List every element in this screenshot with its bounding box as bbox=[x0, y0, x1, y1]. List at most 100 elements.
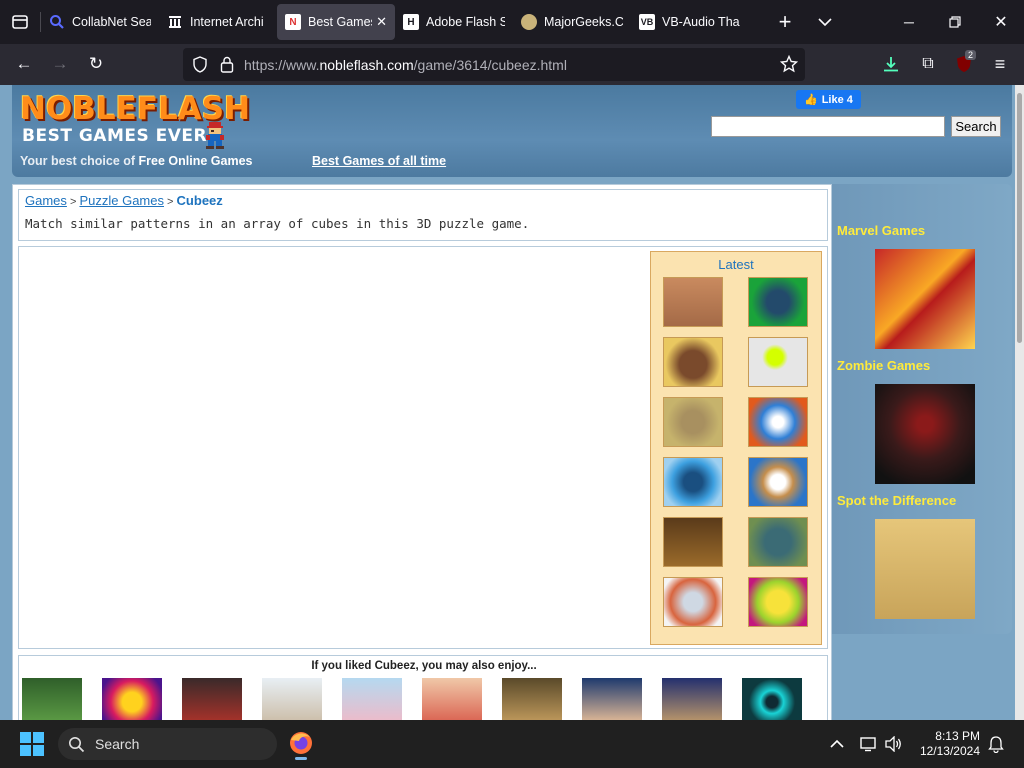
related-game-thumbnail[interactable] bbox=[342, 678, 402, 720]
url-text[interactable]: https://www.nobleflash.com/game/3614/cub… bbox=[244, 57, 567, 73]
related-game-thumbnail[interactable] bbox=[582, 678, 642, 720]
category-sidebar: Marvel Games Zombie Games Spot the Diffe… bbox=[832, 184, 1012, 634]
new-tab-button[interactable]: + bbox=[767, 6, 803, 38]
related-game-thumbnail[interactable] bbox=[262, 678, 322, 720]
clock-time: 8:13 PM bbox=[935, 729, 980, 743]
network-status[interactable] bbox=[860, 720, 878, 768]
tab-vb-audio[interactable]: VB VB-Audio Tha bbox=[631, 4, 749, 40]
arrow-right-icon: → bbox=[51, 54, 69, 73]
sidebar-heading-zombie[interactable]: Zombie Games bbox=[837, 358, 930, 373]
zombie-games-image[interactable] bbox=[875, 384, 975, 484]
tab-label: CollabNet Sea bbox=[72, 15, 151, 29]
latest-game-thumbnail[interactable] bbox=[663, 517, 723, 567]
breadcrumb: Games > Puzzle Games > Cubeez bbox=[25, 193, 223, 208]
majorgeeks-favicon-icon bbox=[521, 14, 537, 30]
nobleflash-favicon-icon: N bbox=[285, 14, 301, 30]
taskbar-firefox-button[interactable] bbox=[287, 728, 315, 760]
lock-icon[interactable] bbox=[220, 56, 234, 73]
tab-collabnet[interactable]: CollabNet Sea bbox=[41, 4, 159, 40]
breadcrumb-separator: > bbox=[164, 196, 177, 208]
latest-game-thumbnail[interactable] bbox=[748, 397, 808, 447]
game-area[interactable]: Latest bbox=[18, 246, 828, 649]
tab-majorgeeks[interactable]: MajorGeeks.C bbox=[513, 4, 631, 40]
tab-adobe-flash[interactable]: H Adobe Flash S bbox=[395, 4, 513, 40]
minimize-button[interactable]: ─ bbox=[886, 0, 932, 44]
reload-button[interactable]: ↻ bbox=[78, 48, 114, 80]
firefox-icon bbox=[290, 732, 312, 754]
related-game-thumbnail[interactable] bbox=[502, 678, 562, 720]
forward-button[interactable]: → bbox=[42, 48, 78, 80]
close-icon: ✕ bbox=[994, 14, 1008, 31]
latest-game-thumbnail[interactable] bbox=[663, 337, 723, 387]
maximize-button[interactable] bbox=[932, 0, 978, 44]
extensions-button[interactable]: ⧉ bbox=[910, 48, 946, 80]
windows-start-icon[interactable] bbox=[20, 732, 44, 756]
notifications-button[interactable] bbox=[988, 720, 1004, 768]
url-bar[interactable]: https://www.nobleflash.com/game/3614/cub… bbox=[183, 48, 805, 81]
latest-game-thumbnail[interactable] bbox=[748, 337, 808, 387]
puzzle-piece-icon: ⧉ bbox=[922, 55, 934, 72]
clock-date: 12/13/2024 bbox=[919, 744, 980, 758]
related-games-section: If you liked Cubeez, you may also enjoy.… bbox=[18, 655, 828, 720]
search-favicon-icon bbox=[49, 14, 65, 30]
back-button[interactable]: ← bbox=[6, 48, 42, 80]
site-search-input[interactable] bbox=[711, 116, 945, 137]
url-domain: nobleflash.com bbox=[319, 56, 414, 73]
app-menu-button[interactable]: ≡ bbox=[982, 48, 1018, 80]
bookmark-star-icon[interactable] bbox=[780, 55, 798, 73]
ublock-button[interactable]: 2 bbox=[946, 48, 982, 80]
latest-game-thumbnail[interactable] bbox=[663, 277, 723, 327]
minimize-icon: ─ bbox=[904, 14, 914, 30]
latest-game-thumbnail[interactable] bbox=[748, 277, 808, 327]
shield-icon[interactable] bbox=[192, 56, 208, 73]
related-game-thumbnail[interactable] bbox=[22, 678, 82, 720]
url-path: /game/3614/cubeez.html bbox=[413, 56, 567, 73]
show-hidden-icons-button[interactable] bbox=[830, 720, 844, 768]
site-search-button[interactable]: Search bbox=[951, 116, 1001, 137]
tab-internet-archive[interactable]: Internet Archi bbox=[159, 4, 277, 40]
firefox-view-button[interactable] bbox=[0, 0, 40, 44]
extension-badge: 2 bbox=[965, 50, 977, 60]
plus-icon: + bbox=[778, 9, 792, 34]
scrollbar-thumb[interactable] bbox=[1017, 93, 1022, 343]
related-games-title: If you liked Cubeez, you may also enjoy.… bbox=[311, 660, 537, 672]
speaker-icon bbox=[885, 736, 901, 752]
chevron-up-icon bbox=[830, 739, 844, 748]
taskbar-search[interactable]: Search bbox=[58, 728, 277, 760]
chevron-down-icon bbox=[818, 18, 832, 27]
close-tab-icon[interactable]: ✕ bbox=[376, 14, 387, 30]
hamburger-menu-icon: ≡ bbox=[994, 53, 1006, 74]
page-scrollbar[interactable] bbox=[1015, 85, 1024, 720]
related-game-thumbnail[interactable] bbox=[422, 678, 482, 720]
latest-game-thumbnail[interactable] bbox=[663, 457, 723, 507]
latest-game-thumbnail[interactable] bbox=[748, 457, 808, 507]
tab-best-games[interactable]: N Best Games ✕ bbox=[277, 4, 395, 40]
related-game-thumbnail[interactable] bbox=[742, 678, 802, 720]
subline-free-games: Free Online Games bbox=[138, 154, 253, 168]
tab-label: VB-Audio Tha bbox=[662, 15, 740, 29]
breadcrumb-puzzle-link[interactable]: Puzzle Games bbox=[79, 193, 164, 208]
related-game-thumbnail[interactable] bbox=[102, 678, 162, 720]
main-content: Games > Puzzle Games > Cubeez Match simi… bbox=[12, 184, 832, 720]
best-games-link[interactable]: Best Games of all time bbox=[312, 154, 446, 168]
latest-game-thumbnail[interactable] bbox=[663, 397, 723, 447]
facebook-like-button[interactable]: 👍 Like 4 bbox=[796, 90, 861, 109]
related-game-thumbnail[interactable] bbox=[662, 678, 722, 720]
firefox-view-icon bbox=[12, 15, 28, 29]
url-prefix: https://www. bbox=[244, 56, 320, 73]
latest-game-thumbnail[interactable] bbox=[748, 577, 808, 627]
downloads-button[interactable] bbox=[873, 48, 909, 80]
sidebar-heading-spot-difference[interactable]: Spot the Difference bbox=[837, 493, 956, 508]
list-all-tabs-button[interactable] bbox=[807, 6, 843, 38]
sidebar-heading-marvel[interactable]: Marvel Games bbox=[837, 223, 925, 238]
site-header: NOBLEFLASH BEST GAMES EVER Your best cho… bbox=[12, 85, 1012, 177]
marvel-games-image[interactable] bbox=[875, 249, 975, 349]
spot-the-difference-image[interactable] bbox=[875, 519, 975, 619]
close-window-button[interactable]: ✕ bbox=[978, 0, 1024, 44]
latest-game-thumbnail[interactable] bbox=[748, 517, 808, 567]
volume-control[interactable] bbox=[885, 720, 903, 768]
taskbar-clock[interactable]: 8:13 PM 12/13/2024 bbox=[916, 729, 980, 759]
breadcrumb-games-link[interactable]: Games bbox=[25, 193, 67, 208]
related-game-thumbnail[interactable] bbox=[182, 678, 242, 720]
latest-game-thumbnail[interactable] bbox=[663, 577, 723, 627]
